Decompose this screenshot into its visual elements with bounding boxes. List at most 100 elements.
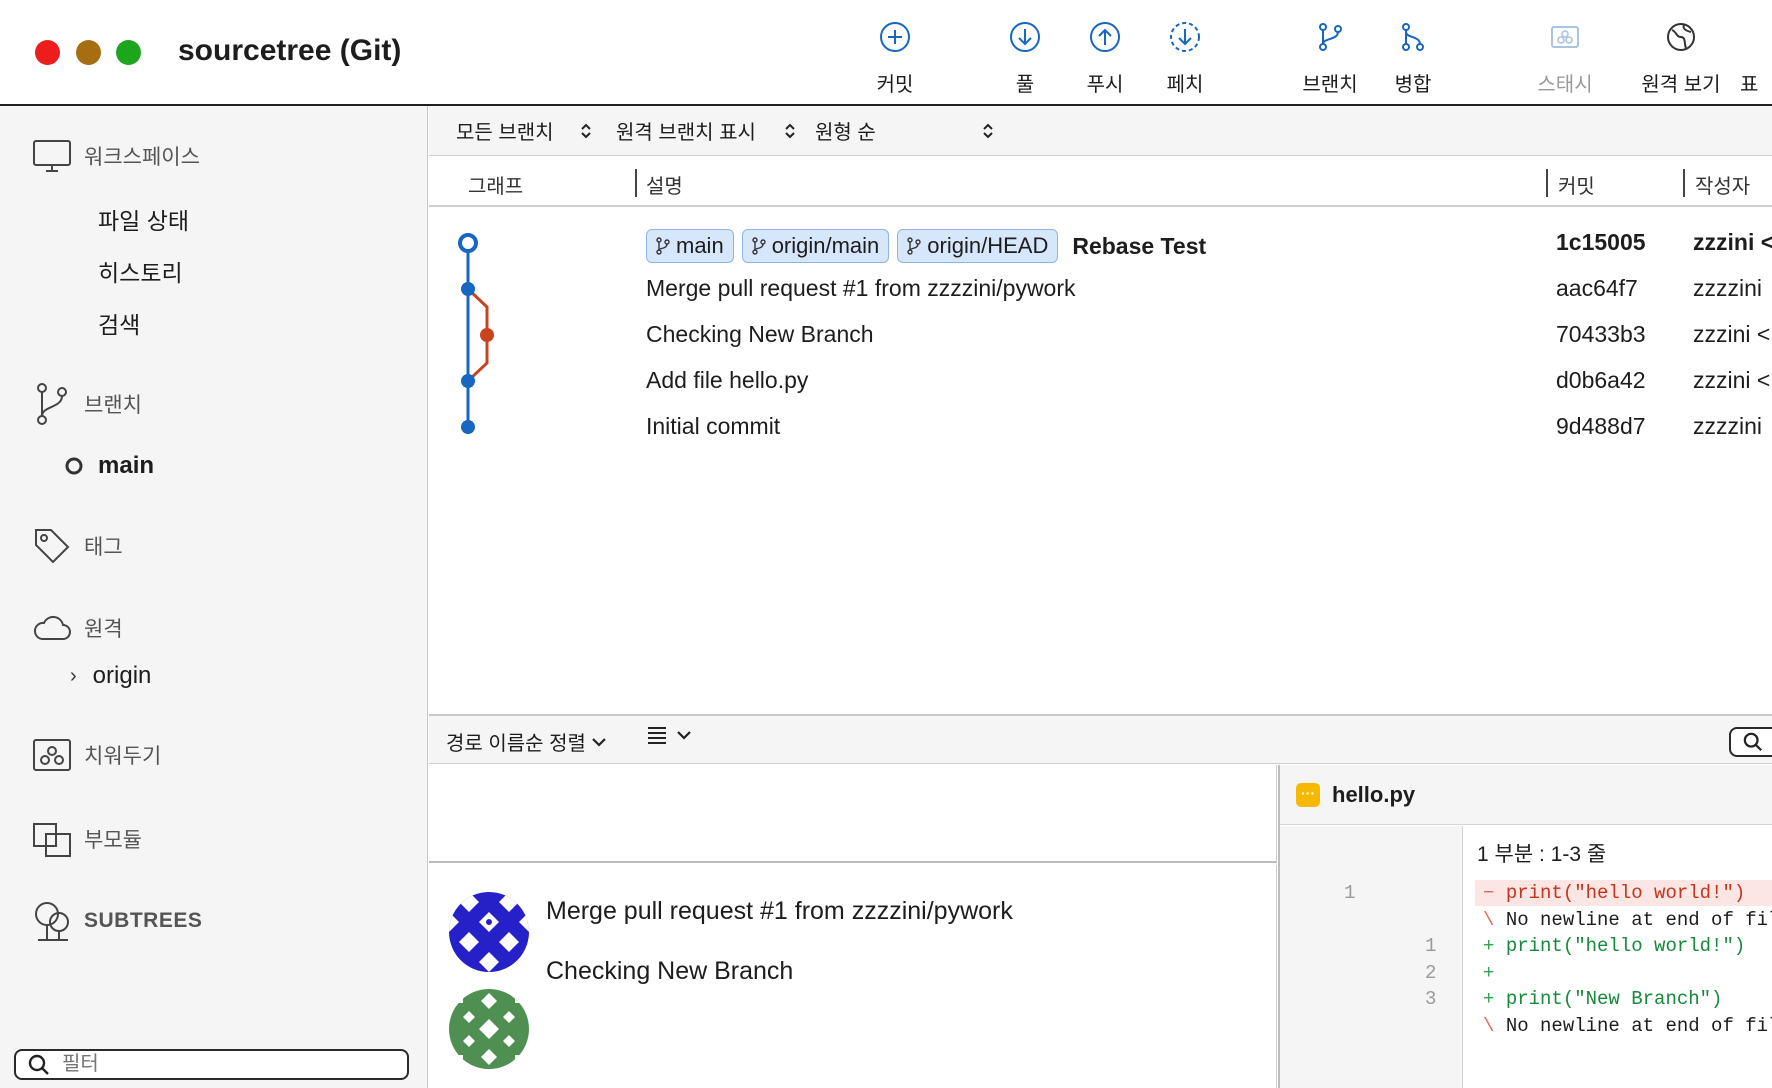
updown-chevron-icon <box>785 123 795 138</box>
sidebar-section-workspace[interactable]: 워크스페이스 <box>32 138 200 174</box>
identicon-blue-icon <box>449 892 529 972</box>
sidebar-section-remotes[interactable]: 원격 <box>32 611 123 645</box>
stash-icon <box>33 739 71 771</box>
commit-author: zzzzini <box>1693 413 1763 439</box>
commit-author: zzzini < <box>1693 229 1772 255</box>
commit-row[interactable]: Checking New Branch 70433b3 zzzini < <box>429 309 1772 361</box>
diff-line-text: No newline at end of file <box>1505 1014 1772 1037</box>
file-search-button[interactable] <box>1729 727 1772 757</box>
sidebar-item-history[interactable]: 히스토리 <box>98 254 183 288</box>
overflow-label: 표 <box>1740 74 1759 96</box>
branch-filter-value: 모든 브랜치 <box>456 122 554 144</box>
merge-icon <box>1402 23 1424 51</box>
column-author[interactable]: 작성자 <box>1695 170 1750 199</box>
search-icon <box>1743 732 1762 751</box>
sourcetree-window: sourcetree (Git) 커밋 풀 푸시 페치 브랜치 병합 스태시 원… <box>0 0 1772 1088</box>
merge-button[interactable]: 병합 <box>1368 20 1458 97</box>
main-panel: 모든 브랜치 원격 브랜치 표시 원형 순 그래프 설명 커밋 작성자 main… <box>429 106 1772 1088</box>
new-line-number: 2 <box>1425 961 1437 984</box>
overflow-button[interactable]: 표 <box>1740 20 1772 97</box>
order-select[interactable]: 원형 순 <box>815 116 994 145</box>
updown-chevron-icon <box>580 123 591 138</box>
sidebar-section-branches[interactable]: 브랜치 <box>32 382 142 426</box>
sidebar-section-submodules[interactable]: 부모듈 <box>32 820 142 858</box>
sidebar-item-file-status[interactable]: 파일 상태 <box>98 202 189 236</box>
column-divider[interactable] <box>635 169 637 197</box>
diff-line-text: print("New Branch") <box>1505 988 1723 1010</box>
branch-ref-badge[interactable]: origin/HEAD <box>897 229 1059 263</box>
branch-button[interactable]: 브랜치 <box>1285 20 1375 97</box>
minimize-window-button[interactable] <box>76 40 101 65</box>
commit-button[interactable]: 커밋 <box>850 20 940 97</box>
diff-line-text: No newline at end of file <box>1505 908 1772 931</box>
push-button[interactable]: 푸시 <box>1060 20 1150 97</box>
commit-label: 커밋 <box>876 74 914 96</box>
chevron-right-icon[interactable]: › <box>70 665 77 688</box>
changed-files-list[interactable] <box>429 765 1277 863</box>
diff-line: + print("hello world!") <box>1475 933 1772 959</box>
submodule-icon <box>33 823 71 857</box>
sidebar-item-branch-main[interactable]: main <box>64 452 154 480</box>
column-divider[interactable] <box>1546 169 1548 197</box>
diff-line: \ No newline at end of file <box>1475 907 1772 933</box>
history-filter-bar: 모든 브랜치 원격 브랜치 표시 원형 순 <box>429 106 1772 156</box>
column-commit[interactable]: 커밋 <box>1558 170 1595 199</box>
commit-message: Initial commit <box>646 413 781 439</box>
remote-origin-label: origin <box>92 662 152 689</box>
sidebar-item-remote-origin[interactable]: › origin <box>70 662 151 690</box>
stash-button[interactable]: 스태시 <box>1520 20 1610 97</box>
column-divider[interactable] <box>1683 169 1685 197</box>
toolbar: sourcetree (Git) 커밋 풀 푸시 페치 브랜치 병합 스태시 원… <box>0 0 1772 106</box>
branch-filter-select[interactable]: 모든 브랜치 <box>456 116 592 145</box>
commit-row[interactable]: Initial commit 9d488d7 zzzzini <box>429 401 1772 453</box>
commit-row[interactable]: main origin/main origin/HEAD Rebase Test 1c1… <box>429 217 1772 269</box>
branch-ref-label: origin/main <box>771 233 880 258</box>
remote-branch-filter-value: 원격 브랜치 표시 <box>616 122 756 144</box>
commit-hash: aac64f7 <box>1556 275 1638 301</box>
commit-row[interactable]: Add file hello.py d0b6a42 zzzini < <box>429 355 1772 407</box>
identicon-green-icon <box>449 989 529 1069</box>
commit-hash: d0b6a42 <box>1556 367 1646 393</box>
sidebar-section-subtrees[interactable]: SUBTREES <box>32 900 202 942</box>
sidebar-filter-field[interactable] <box>14 1049 409 1080</box>
branch-ref-badge[interactable]: main <box>646 229 734 263</box>
commit-row[interactable]: Merge pull request #1 from zzzzini/pywor… <box>429 263 1772 315</box>
show-remote-button[interactable]: 원격 보기 <box>1636 20 1726 97</box>
diff-line: − print("hello world!") <box>1475 880 1772 906</box>
sidebar-section-stashes[interactable]: 치워두기 <box>32 738 161 772</box>
fetch-dashed-circle-icon <box>1170 22 1200 52</box>
column-description[interactable]: 설명 <box>646 170 683 199</box>
updown-chevron-icon <box>983 123 993 138</box>
remote-branch-filter-select[interactable]: 원격 브랜치 표시 <box>616 116 796 145</box>
branch-icon <box>751 237 766 255</box>
subtrees-label: SUBTREES <box>84 909 203 932</box>
window-title: sourcetree (Git) <box>178 34 402 67</box>
path-sort-select[interactable]: 경로 이름순 정렬 <box>446 727 606 756</box>
sidebar-filter-input[interactable] <box>62 1053 362 1076</box>
pull-button[interactable]: 풀 <box>980 20 1070 97</box>
sidebar-item-search[interactable]: 검색 <box>98 306 140 340</box>
branches-label: 브랜치 <box>84 394 142 417</box>
order-value: 원형 순 <box>815 122 876 144</box>
sidebar: 워크스페이스 파일 상태 히스토리 검색 브랜치 main 태그 원격 › or… <box>0 106 428 1088</box>
branch-ref-badge[interactable]: origin/main <box>741 229 890 263</box>
zoom-window-button[interactable] <box>116 40 141 65</box>
author-avatar <box>449 892 529 972</box>
history-column-header: 그래프 설명 커밋 작성자 <box>429 157 1772 207</box>
branch-icon <box>37 383 67 425</box>
globe-icon <box>1667 23 1695 51</box>
close-window-button[interactable] <box>35 40 60 65</box>
pull-label: 풀 <box>1015 74 1035 96</box>
column-graph[interactable]: 그래프 <box>468 170 523 199</box>
diff-marker: + <box>1483 961 1495 984</box>
commit-hash: 70433b3 <box>1556 321 1646 347</box>
cloud-icon <box>33 615 71 640</box>
view-mode-select[interactable] <box>647 726 691 744</box>
path-sort-label: 경로 이름순 정렬 <box>446 733 586 755</box>
search-icon <box>28 1054 49 1075</box>
new-line-number: 1 <box>1425 935 1437 957</box>
sidebar-section-tags[interactable]: 태그 <box>32 526 123 566</box>
fetch-label: 페치 <box>1166 74 1204 96</box>
fetch-button[interactable]: 페치 <box>1140 20 1230 97</box>
diff-line: + <box>1475 959 1772 986</box>
